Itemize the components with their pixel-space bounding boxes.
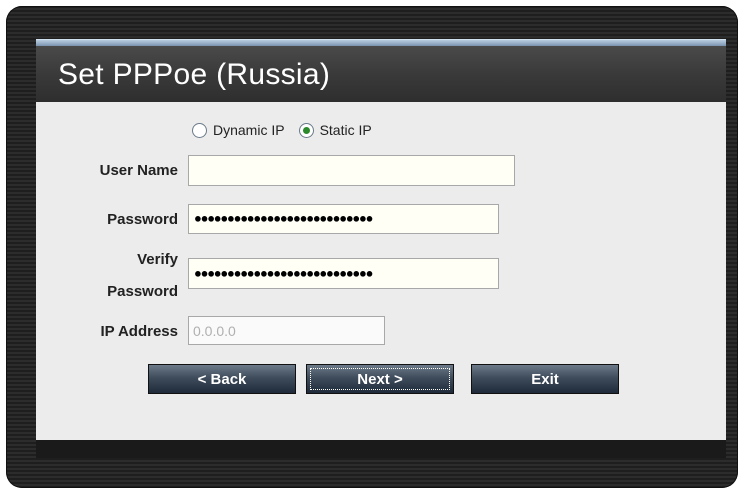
password-mask: ●●●●●●●●●●●●●●●●●●●●●●●●●●● (194, 211, 373, 227)
back-button[interactable]: < Back (148, 364, 296, 394)
page-title: Set PPPoe (Russia) (58, 58, 331, 91)
verify-password-input[interactable]: ●●●●●●●●●●●●●●●●●●●●●●●●●●● (188, 258, 499, 289)
password-input[interactable]: ●●●●●●●●●●●●●●●●●●●●●●●●●●● (188, 204, 499, 234)
bottom-bar (36, 440, 726, 458)
password-label: Password (107, 211, 178, 228)
exit-button[interactable]: Exit (471, 364, 619, 394)
verify-password-label-line1: Verify (137, 251, 178, 268)
ip-mode-radio-group: Dynamic IP Static IP (192, 120, 386, 140)
radio-static-ip[interactable]: Static IP (298, 122, 372, 138)
user-name-label: User Name (99, 162, 178, 179)
verify-password-mask: ●●●●●●●●●●●●●●●●●●●●●●●●●●● (194, 266, 373, 281)
next-button[interactable]: Next > (306, 364, 454, 394)
radio-dynamic-ip[interactable]: Dynamic IP (192, 122, 285, 138)
radio-button-dynamic[interactable] (192, 122, 207, 138)
radio-button-static[interactable] (298, 122, 314, 138)
title-band: Set PPPoe (Russia) (36, 46, 726, 102)
radio-label-static: Static IP (319, 122, 372, 138)
user-name-input[interactable] (188, 155, 515, 186)
ip-address-label: IP Address (100, 323, 178, 340)
radio-label-dynamic: Dynamic IP (213, 122, 285, 138)
ip-address-input[interactable]: 0.0.0.0 (188, 316, 385, 345)
verify-password-label-line2: Password (107, 283, 178, 300)
